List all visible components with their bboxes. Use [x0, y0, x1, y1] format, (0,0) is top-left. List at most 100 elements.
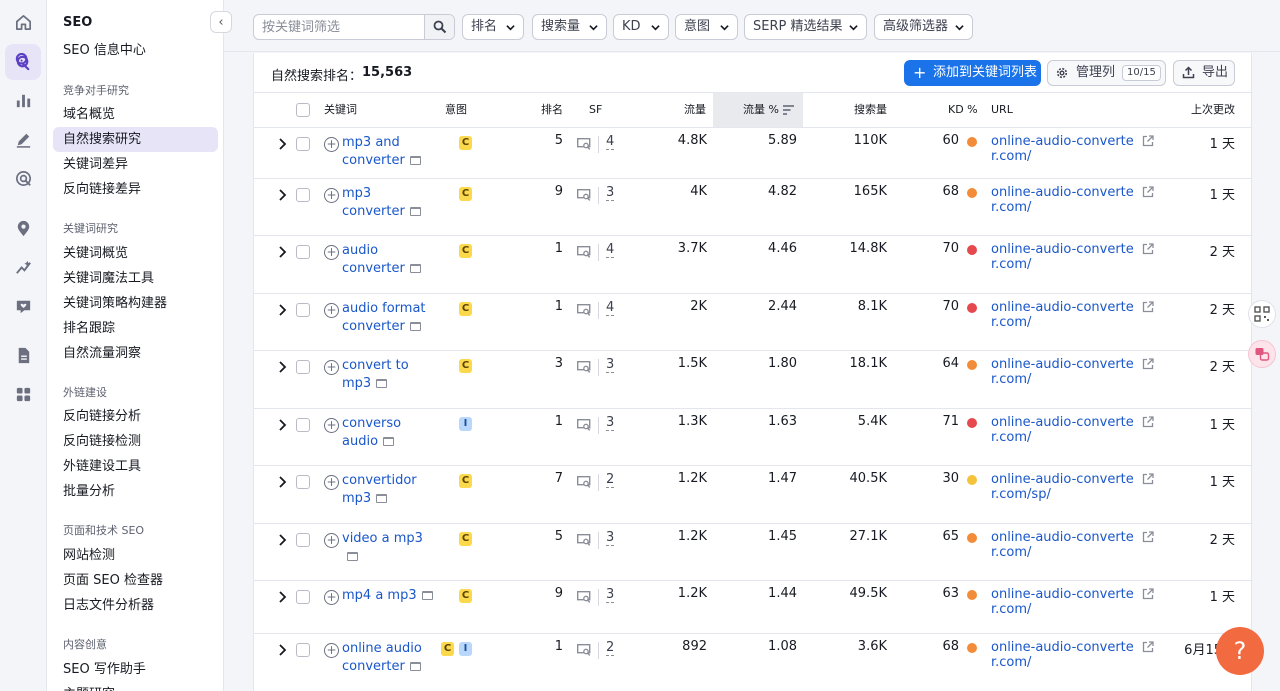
sidebar-item-keyword-gap[interactable]: 关键词差异	[53, 152, 218, 177]
external-link-icon[interactable]	[1142, 358, 1154, 370]
serp-snapshot-icon[interactable]	[409, 264, 421, 273]
sidebar-item-backlink-analytics[interactable]: 反向链接分析	[53, 404, 218, 429]
intent-badge[interactable]: C	[459, 474, 472, 488]
external-link-icon[interactable]	[1142, 243, 1154, 255]
sf-count[interactable]: 4	[606, 242, 615, 258]
external-link-icon[interactable]	[1142, 301, 1154, 313]
serp-features-filter-dropdown[interactable]: SERP 精选结果	[744, 14, 867, 40]
sf-count[interactable]: 2	[606, 472, 615, 488]
keyword-link[interactable]: online audio converter	[342, 640, 434, 676]
serp-snapshot-icon[interactable]	[376, 494, 388, 503]
kd-filter-dropdown[interactable]: KD	[613, 14, 669, 40]
expand-row-icon[interactable]	[277, 476, 287, 488]
url-link[interactable]: online-audio-converter.com/sp/	[991, 472, 1139, 502]
sidebar-item-link-building-tool[interactable]: 外链建设工具	[53, 454, 218, 479]
row-checkbox[interactable]	[296, 643, 310, 657]
expand-row-icon[interactable]	[277, 189, 287, 201]
url-link[interactable]: online-audio-converter.com/	[991, 415, 1139, 445]
sidebar-item-seo-dashboard[interactable]: SEO 信息中心	[53, 38, 218, 63]
serp-snapshot-icon[interactable]	[421, 591, 433, 600]
sidebar-item-onpage-seo-checker[interactable]: 页面 SEO 检查器	[53, 568, 218, 593]
table-row[interactable]: + mp3 converter C 9 3 4K 4.82 165K 68 online-audi…	[254, 179, 1251, 236]
keyword-link[interactable]: mp3 converter	[342, 185, 434, 221]
url-link[interactable]: online-audio-converter.com/	[991, 300, 1139, 330]
keyword-link[interactable]: convert to mp3	[342, 357, 434, 393]
serp-snapshot-icon[interactable]	[347, 552, 358, 561]
table-row[interactable]: + converso audio I 1 3 1.3K 1.63 5.4K 71 online-a…	[254, 409, 1251, 466]
add-keyword-icon[interactable]: +	[324, 418, 339, 433]
url-link[interactable]: online-audio-converter.com/	[991, 134, 1139, 164]
sidebar-item-keyword-strategy-builder[interactable]: 关键词策略构建器	[53, 291, 218, 316]
serp-snapshot-icon[interactable]	[409, 322, 421, 331]
sidebar-item-domain-overview[interactable]: 域名概览	[53, 102, 218, 127]
sidebar-item-backlink-gap[interactable]: 反向链接差异	[53, 177, 218, 202]
keyword-link[interactable]: mp3 and converter	[342, 134, 434, 170]
row-checkbox[interactable]	[296, 188, 310, 202]
sidebar-item-bulk-analysis[interactable]: 批量分析	[53, 479, 218, 504]
col-traffic[interactable]: 流量	[684, 93, 706, 127]
col-intent[interactable]: 意图	[445, 93, 467, 127]
keyword-link[interactable]: audio format converter	[342, 300, 434, 336]
col-kd[interactable]: KD %	[948, 93, 978, 127]
sf-count[interactable]: 2	[606, 640, 615, 656]
help-button[interactable]: ?	[1216, 627, 1264, 675]
intent-badge[interactable]: C	[459, 532, 472, 546]
serp-feature-icon[interactable]	[577, 591, 591, 603]
table-row[interactable]: + audio converter C 1 4 3.7K 4.46 14.8K 70 online…	[254, 236, 1251, 294]
col-traffic-percent[interactable]: 流量 %	[713, 93, 803, 127]
apps-icon[interactable]	[5, 376, 41, 412]
sidebar-item-topic-research[interactable]: 主题研究	[53, 682, 218, 691]
table-row[interactable]: + mp4 a mp3 C 9 3 1.2K 1.44 49.5K 63 online-audio…	[254, 581, 1251, 634]
col-keyword[interactable]: 关键词	[324, 93, 357, 127]
col-sf[interactable]: SF	[589, 93, 602, 127]
sf-count[interactable]: 3	[606, 185, 615, 201]
intent-badge[interactable]: C	[459, 187, 472, 201]
add-keyword-icon[interactable]: +	[324, 643, 339, 658]
sf-count[interactable]: 3	[606, 587, 615, 603]
serp-feature-icon[interactable]	[577, 361, 591, 373]
serp-feature-icon[interactable]	[577, 138, 591, 150]
keyword-link[interactable]: convertidor mp3	[342, 472, 434, 508]
sf-count[interactable]: 3	[606, 530, 615, 546]
col-url[interactable]: URL	[991, 93, 1013, 127]
row-checkbox[interactable]	[296, 303, 310, 317]
sf-count[interactable]: 3	[606, 357, 615, 373]
external-link-icon[interactable]	[1142, 135, 1154, 147]
table-row[interactable]: + video a mp3 C 5 3 1.2K 1.45 27.1K 65 online-aud…	[254, 524, 1251, 581]
keyword-link[interactable]: video a mp3	[342, 530, 434, 566]
url-link[interactable]: online-audio-converter.com/	[991, 530, 1139, 560]
external-link-icon[interactable]	[1142, 531, 1154, 543]
sidebar-item-site-audit[interactable]: 网站检测	[53, 543, 218, 568]
sidebar-item-position-tracking[interactable]: 排名跟踪	[53, 316, 218, 341]
document-icon[interactable]	[5, 337, 41, 373]
keyword-link[interactable]: audio converter	[342, 242, 434, 278]
serp-snapshot-icon[interactable]	[383, 437, 395, 446]
url-link[interactable]: online-audio-converter.com/	[991, 587, 1139, 617]
seo-icon[interactable]	[5, 44, 41, 80]
serp-feature-icon[interactable]	[577, 189, 591, 201]
select-all-checkbox[interactable]	[296, 103, 310, 117]
advanced-filters-dropdown[interactable]: 高级筛选器	[874, 14, 973, 40]
add-keyword-icon[interactable]: +	[324, 245, 339, 260]
external-link-icon[interactable]	[1142, 473, 1154, 485]
sidebar-collapse-button[interactable]: ‹	[210, 11, 232, 33]
external-link-icon[interactable]	[1142, 186, 1154, 198]
keyword-link[interactable]: converso audio	[342, 415, 434, 451]
home-icon[interactable]	[5, 4, 41, 40]
row-checkbox[interactable]	[296, 137, 310, 151]
export-button[interactable]: 导出	[1173, 60, 1235, 86]
add-keyword-icon[interactable]: +	[324, 137, 339, 152]
intent-badge[interactable]: I	[459, 417, 472, 431]
content-icon[interactable]	[5, 121, 41, 157]
serp-snapshot-icon[interactable]	[376, 379, 388, 388]
url-link[interactable]: online-audio-converter.com/	[991, 242, 1139, 272]
serp-snapshot-icon[interactable]	[409, 662, 421, 671]
search-button[interactable]	[424, 15, 454, 39]
serp-feature-icon[interactable]	[577, 419, 591, 431]
sf-count[interactable]: 3	[606, 415, 615, 431]
external-link-icon[interactable]	[1142, 416, 1154, 428]
add-keyword-icon[interactable]: +	[324, 303, 339, 318]
rank-filter-dropdown[interactable]: 排名	[462, 14, 524, 40]
col-last-updated[interactable]: 上次更改	[1191, 93, 1235, 127]
expand-row-icon[interactable]	[277, 361, 287, 373]
